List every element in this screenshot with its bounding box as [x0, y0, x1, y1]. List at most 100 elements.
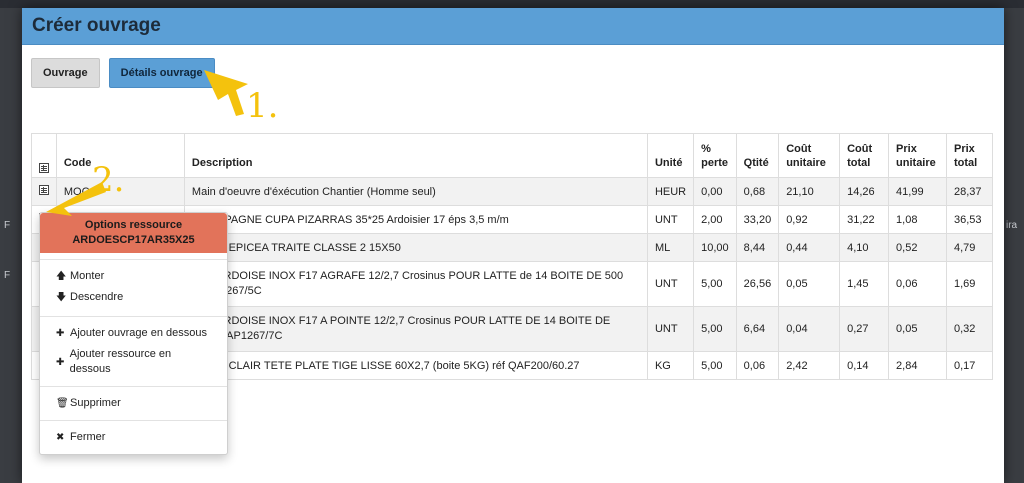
- header-cout-unitaire: Coût unitaire: [778, 133, 841, 178]
- cell-qtite: 0,06: [735, 351, 780, 380]
- plus-icon: ✚: [56, 328, 65, 339]
- cell-prix-total: 36,53: [945, 205, 994, 234]
- modal-header: Créer ouvrage: [22, 8, 1004, 45]
- modal-title: Créer ouvrage: [32, 15, 161, 36]
- menu-item-label: Monter: [70, 270, 105, 282]
- modal-tabs: Ouvrage Détails ouvrage: [31, 58, 215, 88]
- menu-item-label: Ajouter ouvrage en dessous: [70, 327, 207, 339]
- cell-perte: 5,00: [693, 351, 737, 380]
- cell-cout-unitaire: 0,92: [778, 205, 841, 234]
- menu-item-ajouter-ouvrage[interactable]: ✚ Ajouter ouvrage en dessous: [40, 323, 227, 344]
- menu-item-supprimer[interactable]: 🗑 Supprimer: [40, 393, 227, 414]
- plus-icon: ✚: [56, 356, 65, 368]
- background-right-panel: ira: [1004, 8, 1024, 483]
- resource-options-title: Options ressource: [84, 219, 183, 231]
- cell-unite: HEUR: [646, 177, 695, 206]
- arrow-up-icon: 🡅: [56, 271, 67, 282]
- table-menu-icon[interactable]: [38, 163, 49, 173]
- cell-description: SE ESPAGNE CUPA PIZARRAS 35*25 Ardoisier…: [183, 205, 648, 234]
- cell-cout-unitaire: 0,44: [778, 233, 841, 262]
- annotation-step-1: 1.: [246, 86, 279, 126]
- menu-divider: [40, 259, 227, 260]
- header-prix-unitaire: Prix unitaire: [888, 133, 947, 178]
- background-right-text: ira: [1006, 220, 1018, 231]
- arrow-down-icon: 🡇: [56, 292, 67, 303]
- cell-qtite: 8,44: [735, 233, 780, 262]
- menu-item-ajouter-ressource[interactable]: ✚ Ajouter ressource en dessous: [40, 344, 227, 380]
- cell-description-line: HET ARDOISE INOX F17 A POINTE 12/2,7 Cro…: [191, 315, 611, 327]
- resource-options-header: Options ressource ARDOESCP17AR35X25: [40, 213, 227, 253]
- header-qtite: Qtité: [735, 133, 780, 178]
- menu-item-monter[interactable]: 🡅 Monter: [40, 266, 227, 287]
- cell-description: HET ARDOISE INOX F17 AGRAFE 12/2,7 Crosi…: [183, 261, 648, 307]
- background-left-text: F: [4, 270, 11, 281]
- cell-cout-unitaire: 0,05: [778, 261, 841, 307]
- annotation-step-2: 2.: [92, 160, 125, 200]
- background-left-panel: F F: [0, 8, 22, 483]
- cell-prix-unitaire: 0,06: [888, 261, 947, 307]
- cell-cout-total: 0,27: [839, 306, 890, 352]
- table-row[interactable]: MOC Main d'oeuvre d'éxécution Chantier (…: [31, 177, 994, 206]
- cell-prix-unitaire: 41,99: [888, 177, 947, 206]
- cell-unite: KG: [646, 351, 695, 380]
- cell-prix-unitaire: 0,52: [888, 233, 947, 262]
- header-unite: Unité: [646, 133, 695, 178]
- cell-prix-total: 1,69: [945, 261, 994, 307]
- cell-cout-total: 1,45: [839, 261, 890, 307]
- cell-prix-total: 0,17: [945, 351, 994, 380]
- cell-perte: 5,00: [693, 261, 737, 307]
- cell-cout-unitaire: 21,10: [778, 177, 841, 206]
- resource-options-menu: Options ressource ARDOESCP17AR35X25 🡅 Mo…: [39, 212, 228, 455]
- cell-qtite: 6,64: [735, 306, 780, 352]
- cell-perte: 0,00: [693, 177, 737, 206]
- menu-item-label: Fermer: [70, 431, 106, 443]
- cell-description: HET ARDOISE INOX F17 A POINTE 12/2,7 Cro…: [183, 306, 648, 352]
- menu-item-label: Descendre: [70, 291, 124, 303]
- cell-perte: 10,00: [693, 233, 737, 262]
- cell-prix-total: 0,32: [945, 306, 994, 352]
- cell-qtite: 26,56: [735, 261, 780, 307]
- cell-cout-total: 14,26: [839, 177, 890, 206]
- cell-prix-total: 28,37: [945, 177, 994, 206]
- cell-unite: UNT: [646, 205, 695, 234]
- tab-details-ouvrage[interactable]: Détails ouvrage: [108, 58, 215, 88]
- cell-perte: 2,00: [693, 205, 737, 234]
- cell-description-line: HET ARDOISE INOX F17 AGRAFE 12/2,7 Crosi…: [191, 270, 624, 282]
- cell-prix-unitaire: 0,05: [888, 306, 947, 352]
- cell-prix-unitaire: 1,08: [888, 205, 947, 234]
- cell-cout-total: 4,10: [839, 233, 890, 262]
- cell-cout-total: 0,14: [839, 351, 890, 380]
- cell-unite: UNT: [646, 261, 695, 307]
- cell-prix-total: 4,79: [945, 233, 994, 262]
- cell-prix-unitaire: 2,84: [888, 351, 947, 380]
- background-menubar: [0, 0, 1024, 8]
- header-description: Description: [183, 133, 648, 178]
- menu-item-label: Ajouter ressource en dessous: [69, 348, 172, 375]
- menu-item-label: Supprimer: [70, 397, 121, 409]
- menu-divider: [40, 316, 227, 317]
- close-icon: ✖: [56, 432, 65, 443]
- cell-unite: ML: [646, 233, 695, 262]
- cell-unite: UNT: [646, 306, 695, 352]
- cell-perte: 5,00: [693, 306, 737, 352]
- cell-qtite: 33,20: [735, 205, 780, 234]
- background-left-text: F: [4, 220, 11, 231]
- resource-code: ARDOESCP17AR35X25: [72, 234, 195, 246]
- menu-divider: [40, 386, 227, 387]
- tab-ouvrage[interactable]: Ouvrage: [31, 58, 100, 88]
- header-perte: % perte: [693, 133, 737, 178]
- header-menu-cell[interactable]: [31, 133, 57, 178]
- cell-description: Main d'oeuvre d'éxécution Chantier (Homm…: [183, 177, 648, 206]
- menu-item-fermer[interactable]: ✖ Fermer: [40, 427, 227, 448]
- menu-divider: [40, 420, 227, 421]
- header-prix-total: Prix total: [945, 133, 994, 178]
- cell-cout-unitaire: 2,42: [778, 351, 841, 380]
- cell-qtite: 0,68: [735, 177, 780, 206]
- cell-cout-unitaire: 0,04: [778, 306, 841, 352]
- table-header-row: Code Description Unité % perte Qtité Coû…: [31, 133, 994, 178]
- cell-description: ACIER CLAIR TETE PLATE TIGE LISSE 60X2,7…: [183, 351, 648, 380]
- menu-item-descendre[interactable]: 🡇 Descendre: [40, 287, 227, 308]
- trash-icon: 🗑: [56, 398, 69, 409]
- cell-description: SAPIN-EPICEA TRAITE CLASSE 2 15X50: [183, 233, 648, 262]
- header-cout-total: Coût total: [839, 133, 890, 178]
